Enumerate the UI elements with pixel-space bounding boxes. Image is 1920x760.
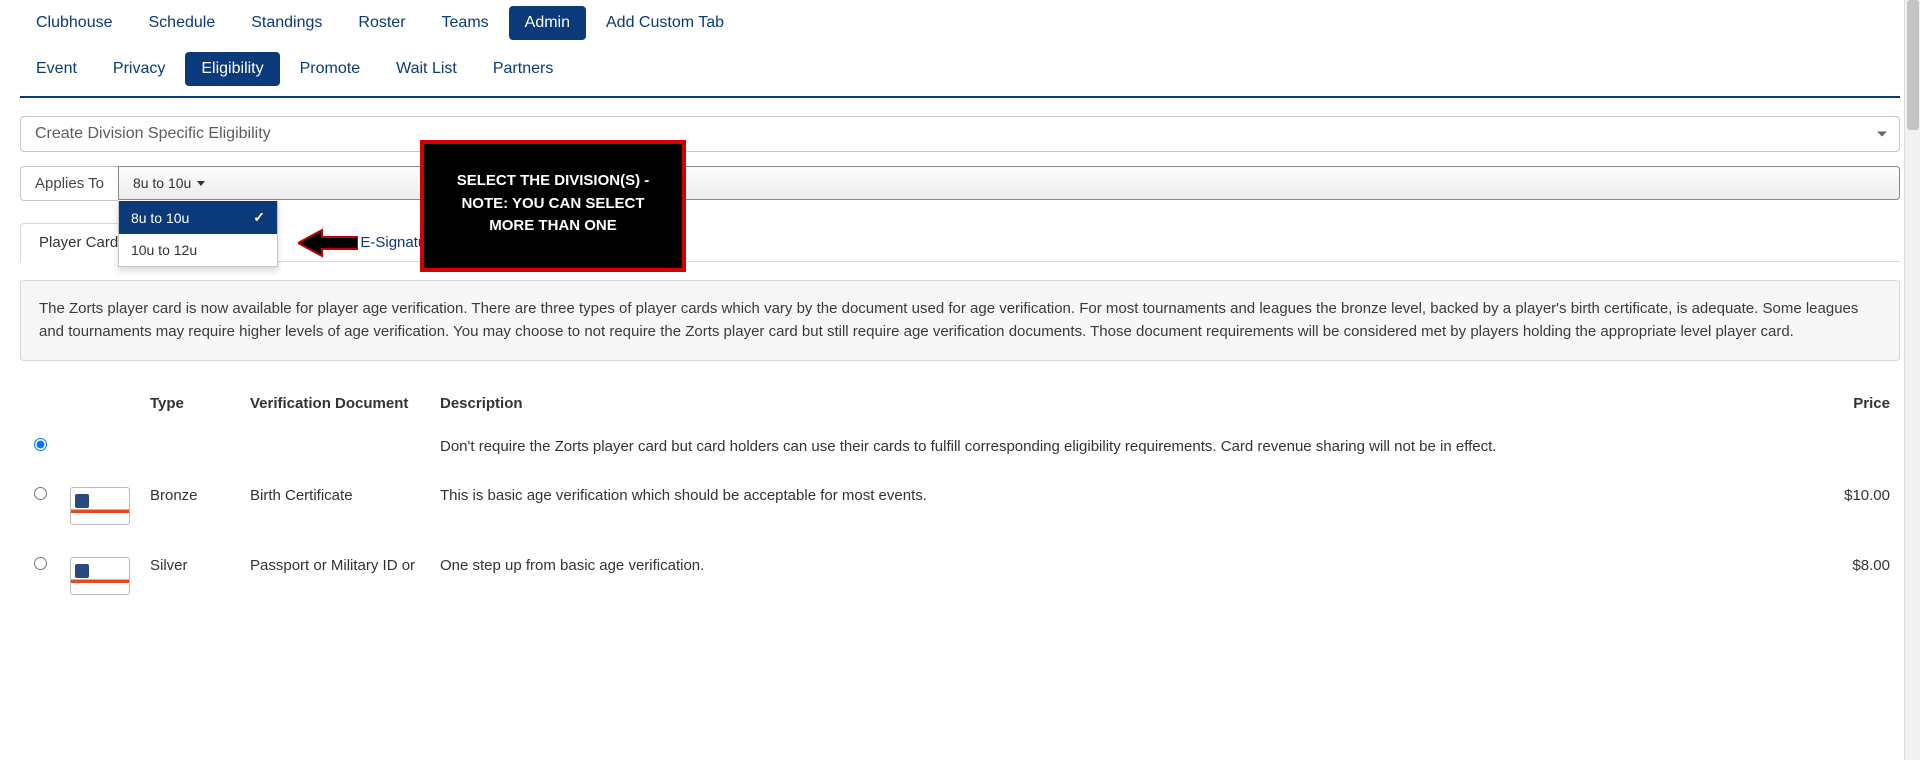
subnav-eligibility[interactable]: Eligibility [185, 52, 279, 86]
scrollbar-track[interactable] [1904, 0, 1920, 760]
col-desc: Description [430, 389, 1810, 422]
subnav-promote[interactable]: Promote [284, 52, 376, 86]
nav-standings[interactable]: Standings [235, 6, 338, 40]
nav-divider [20, 96, 1900, 98]
nav-add-custom-tab[interactable]: Add Custom Tab [590, 6, 740, 40]
row1-type: Bronze [140, 471, 240, 541]
row1-price: $10.00 [1810, 471, 1900, 541]
annotation-callout: SELECT THE DIVISION(S) - NOTE: YOU CAN S… [420, 140, 686, 272]
nav-roster[interactable]: Roster [342, 6, 421, 40]
check-icon: ✓ [253, 209, 265, 226]
row1-radio[interactable] [34, 487, 47, 500]
applies-to-button[interactable]: 8u to 10u [118, 166, 1900, 200]
subnav-event[interactable]: Event [20, 52, 93, 86]
table-row: Silver Passport or Military ID or One st… [20, 541, 1900, 611]
table-row: Don't require the Zorts player card but … [20, 422, 1900, 471]
row2-price: $8.00 [1810, 541, 1900, 611]
scrollbar-thumb[interactable] [1907, 0, 1919, 130]
col-type: Type [140, 389, 240, 422]
callout-line3: MORE THAN ONE [438, 215, 668, 238]
description-box: The Zorts player card is now available f… [20, 280, 1900, 361]
subnav-privacy[interactable]: Privacy [97, 52, 181, 86]
row0-desc: Don't require the Zorts player card but … [430, 422, 1810, 471]
table-row: Bronze Birth Certificate This is basic a… [20, 471, 1900, 541]
row0-type [140, 422, 240, 471]
row0-price [1810, 422, 1900, 471]
col-price: Price [1810, 389, 1900, 422]
nav-schedule[interactable]: Schedule [133, 6, 232, 40]
row0-radio[interactable] [34, 438, 47, 451]
row2-type: Silver [140, 541, 240, 611]
caret-down-icon [197, 181, 205, 186]
row0-doc [240, 422, 430, 471]
applies-to-option-0[interactable]: 8u to 10u ✓ [119, 201, 277, 234]
applies-to-option-0-label: 8u to 10u [131, 210, 189, 226]
applies-to-dropdown: 8u to 10u ✓ 10u to 12u [118, 201, 278, 267]
nav-teams[interactable]: Teams [426, 6, 505, 40]
player-card-table: Type Verification Document Description P… [20, 389, 1900, 611]
nav-clubhouse[interactable]: Clubhouse [20, 6, 129, 40]
top-nav: Clubhouse Schedule Standings Roster Team… [20, 0, 1900, 46]
row1-doc: Birth Certificate [240, 471, 430, 541]
subnav-waitlist[interactable]: Wait List [380, 52, 473, 86]
row2-doc: Passport or Military ID or [240, 541, 430, 611]
subnav-partners[interactable]: Partners [477, 52, 569, 86]
col-doc: Verification Document [240, 389, 430, 422]
division-specific-select-text: Create Division Specific Eligibility [35, 125, 271, 142]
row1-desc: This is basic age verification which sho… [430, 471, 1810, 541]
applies-to-label: Applies To [20, 166, 118, 201]
row2-desc: One step up from basic age verification. [430, 541, 1810, 611]
callout-line2: NOTE: YOU CAN SELECT [438, 193, 668, 216]
sub-nav: Event Privacy Eligibility Promote Wait L… [20, 46, 1900, 92]
division-specific-select[interactable]: Create Division Specific Eligibility [20, 116, 1900, 152]
card-thumbnail-icon [70, 557, 130, 595]
applies-to-button-text: 8u to 10u [133, 175, 191, 191]
applies-to-option-1-label: 10u to 12u [131, 242, 197, 258]
nav-admin[interactable]: Admin [509, 6, 586, 40]
row2-radio[interactable] [34, 557, 47, 570]
card-thumbnail-icon [70, 487, 130, 525]
applies-to-option-1[interactable]: 10u to 12u [119, 234, 277, 266]
callout-line1: SELECT THE DIVISION(S) - [438, 170, 668, 193]
arrow-left-icon [298, 228, 358, 258]
